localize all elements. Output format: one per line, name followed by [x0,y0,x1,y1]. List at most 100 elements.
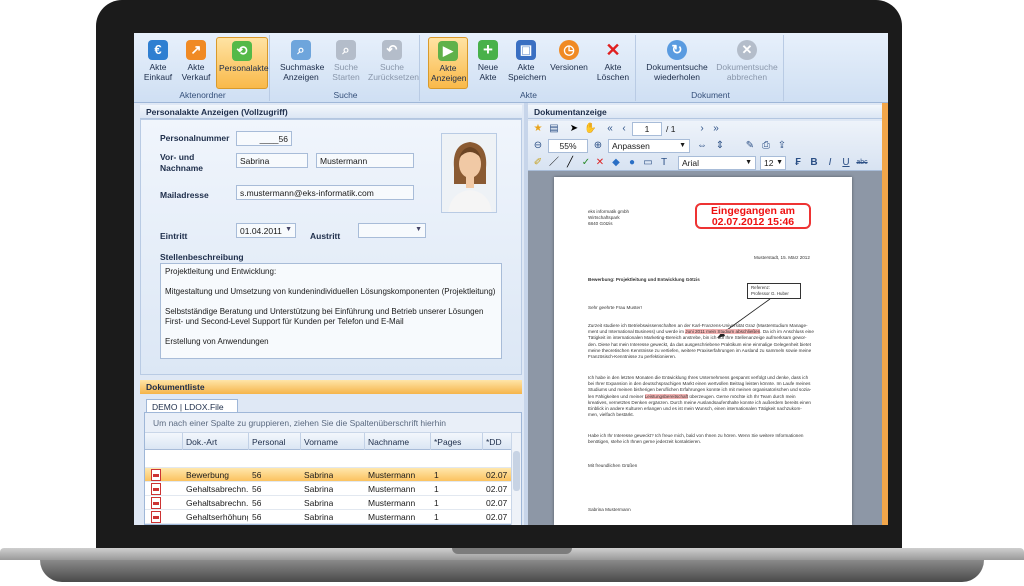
personalnummer-label: Personalnummer [160,133,230,143]
fit-width-icon[interactable]: ⇔ [696,140,708,152]
scrollbar-thumb[interactable] [513,451,520,491]
grid-header-icon-col [145,433,183,450]
mail-field[interactable]: s.mustermann@eks-informatik.com [236,185,414,200]
akte-loeschen-button[interactable]: ✕ Akte Löschen [594,37,632,89]
underline-icon[interactable]: U [840,157,852,169]
text-line: benötigen, stehe ich Ihnen gerne jederze… [588,439,702,445]
personalnummer-field[interactable]: ____56 [236,131,292,146]
stamp-icon[interactable]: ▭ [642,157,654,169]
desc-line [165,277,497,287]
column-header-personal[interactable]: Personal [249,433,301,450]
column-header-vorname[interactable]: Vorname [301,433,365,450]
italic-icon[interactable]: I [824,157,836,169]
zoom-out-icon[interactable]: ⊖ [532,140,544,152]
eintritt-datepicker[interactable]: 01.04.2011 ▼ [236,223,296,238]
bold-icon[interactable]: ₣ [792,157,804,169]
font-value: Arial [682,158,700,168]
personalakte-button[interactable]: ⟲ Personalakte [216,37,269,89]
filter-row[interactable] [145,450,511,468]
color-icon[interactable]: ● [626,157,638,169]
toolbar-row-zoom: ⊖ 55% ⊕ Anpassen ▼ ⇔ ⇕ ✎ ⎙ ⇪ [528,138,882,154]
first-page-icon[interactable]: « [604,123,616,135]
cell-dokart: Gehaltsabrechn... [186,498,248,508]
print-icon[interactable]: ⎙ [760,140,772,152]
zoom-in-icon[interactable]: ⊕ [592,140,604,152]
cursor-icon[interactable]: ➤ [568,123,580,135]
austritt-datepicker[interactable]: ▼ [358,223,426,238]
bold-text-icon[interactable]: B [808,157,820,169]
document-canvas[interactable]: eks informatik gmbh Wirtschaftspark 6840… [528,171,882,525]
cell-vorname: Sabrina [304,512,334,522]
letter-greeting: Sehr geehrte Frau Muster! [588,305,642,310]
fill-icon[interactable]: ◆ [610,157,622,169]
strikethrough-icon[interactable]: abc [856,157,868,169]
hand-icon[interactable]: ✋ [584,123,596,135]
akte-einkauf-button[interactable]: € Akte Einkauf [140,37,176,89]
column-header-dokart[interactable]: Dok.-Art [183,433,249,450]
pen-icon[interactable]: ／ [548,157,560,169]
text-icon[interactable]: T [658,157,670,169]
suche-starten-button[interactable]: ⌕ Suche Starten [326,37,366,89]
desc-line: Selbstständige Beratung und Unterstützun… [165,307,484,316]
chevron-down-icon: ▼ [745,159,752,166]
fit-page-icon[interactable]: ⇕ [714,140,726,152]
highlighted-text[interactable]: Leistungsbereitschaft [644,393,689,399]
column-header-nachname[interactable]: Nachname [365,433,431,450]
pdf-icon [151,497,161,509]
chevron-down-icon: ▼ [776,159,783,166]
highlighter-icon[interactable]: ✐ [532,157,544,169]
sender-line: 6840 Götzis [588,221,613,227]
page-number-input[interactable]: 1 [632,122,662,136]
page-icon[interactable]: ▤ [548,123,560,135]
column-header-dd[interactable]: *DD [483,433,511,450]
fit-select[interactable]: Anpassen ▼ [608,139,690,153]
akte-verkauf-button[interactable]: ↗ Akte Verkauf [178,37,214,89]
cell-personal: 56 [252,512,262,522]
cross-icon[interactable]: ✕ [594,157,606,169]
akte-anzeigen-button[interactable]: ▶ Akte Anzeigen [428,37,468,89]
vorname-field[interactable]: Sabrina [236,153,308,168]
font-size-value: 12 [764,158,774,168]
desc-line: First- und Second-Level Support für Kund… [165,317,404,326]
check-icon[interactable]: ✓ [580,157,592,169]
dokumentsuche-wiederholen-button[interactable]: ↻ Dokumentsuche wiederholen [642,37,712,89]
stellenbeschreibung-textarea[interactable]: Projektleitung und Entwicklung: Mitgesta… [160,263,502,359]
prev-page-icon[interactable]: ‹ [618,123,630,135]
received-stamp[interactable]: Eingegangen am 02.07.2012 15:46 [695,203,811,229]
table-row[interactable]: Gehaltserhöhung 56 Sabrina Mustermann 1 … [145,510,511,524]
chevron-down-icon: ▼ [679,142,686,149]
delete-icon: ✕ [605,40,621,60]
font-select[interactable]: Arial ▼ [678,156,756,170]
desc-line: Erstellung von Anwendungen [165,337,269,346]
akte-speichern-button[interactable]: ▣ Akte Speichern [506,37,546,89]
table-row[interactable]: Gehaltsabrechn... 56 Sabrina Mustermann … [145,496,511,510]
ribbon: € Akte Einkauf ↗ Akte Verkauf ⟲ Personal… [134,33,888,103]
chevron-down-icon: ▼ [415,226,422,233]
versionen-button[interactable]: ◷ Versionen [548,37,590,89]
table-row[interactable]: Gehaltsabrechn... 56 Sabrina Mustermann … [145,482,511,496]
last-page-icon[interactable]: » [710,123,722,135]
column-header-pages[interactable]: *Pages [431,433,483,450]
star-icon[interactable]: ★ [532,123,544,135]
pdf-icon [151,469,161,481]
dokumentsuche-abbrechen-button[interactable]: ✕ Dokumentsuche abbrechen [712,37,782,89]
grid-scrollbar[interactable] [511,433,521,525]
font-size-select[interactable]: 12 ▼ [760,156,786,170]
table-row[interactable]: Bewerbung 56 Sabrina Mustermann 1 02.07 [145,468,511,482]
suchmaske-anzeigen-button[interactable]: ⌕ Suchmaske Anzeigen [278,37,324,89]
history-icon: ◷ [559,40,579,60]
group-by-hint[interactable]: Um nach einer Spalte zu gruppieren, zieh… [145,413,521,433]
zoom-input[interactable]: 55% [548,139,588,153]
line-icon[interactable]: ╱ [564,157,576,169]
suche-zuruecksetzen-button[interactable]: ↶ Suche Zurücksetzen [366,37,419,89]
next-page-icon[interactable]: › [696,123,708,135]
tab-demo-ldox[interactable]: DEMO | LDOX.File PA01 [146,399,238,422]
mail-label: Mailadresse [160,190,209,200]
nachname-field[interactable]: Mustermann [316,153,414,168]
neue-akte-button[interactable]: + Neue Akte [472,37,504,89]
annotation-icon[interactable]: ✎ [744,140,756,152]
cell-nachname: Mustermann [368,470,416,480]
ribbon-group-dokument: ↻ Dokumentsuche wiederholen ✕ Dokumentsu… [638,35,784,101]
export-icon[interactable]: ⇪ [776,140,788,152]
highlighted-text[interactable]: Juni 2011 mein Studium abschließen [685,329,761,335]
